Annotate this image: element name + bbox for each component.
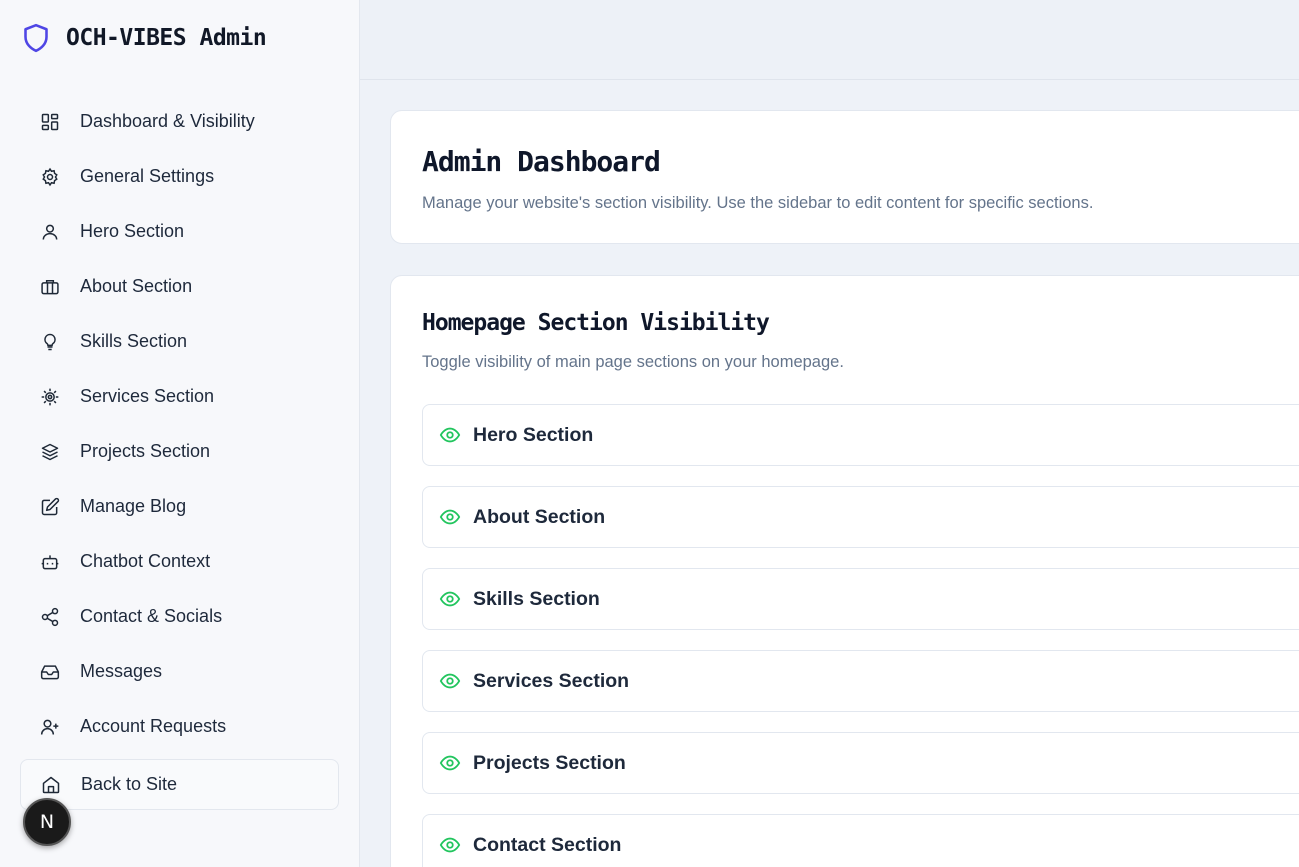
sidebar-item-blog[interactable]: Manage Blog — [20, 479, 339, 534]
next-dev-indicator-button[interactable]: N — [23, 798, 71, 846]
section-label: Skills Section — [473, 587, 600, 610]
layers-icon — [39, 441, 61, 463]
briefcase-icon — [39, 276, 61, 298]
section-toggle-services[interactable]: Services Section — [422, 650, 1299, 712]
eye-icon — [439, 833, 463, 857]
section-toggle-projects[interactable]: Projects Section — [422, 732, 1299, 794]
section-toggle-about[interactable]: About Section — [422, 486, 1299, 548]
sidebar-item-label: Chatbot Context — [80, 551, 211, 571]
sidebar-item-label: Manage Blog — [80, 496, 187, 516]
sidebar-item-services[interactable]: Services Section — [20, 369, 339, 424]
bot-icon — [39, 551, 61, 573]
eye-icon — [439, 505, 463, 529]
lightbulb-icon — [39, 331, 61, 353]
dashboard-header-card: Admin Dashboard Manage your website's se… — [390, 110, 1299, 244]
section-label: Projects Section — [473, 751, 626, 774]
gear-icon — [39, 166, 61, 188]
section-toggle-skills[interactable]: Skills Section — [422, 568, 1299, 630]
section-toggle-hero[interactable]: Hero Section — [422, 404, 1299, 466]
sidebar-item-label: General Settings — [80, 166, 215, 186]
cog-icon — [39, 386, 61, 408]
edit-icon — [39, 496, 61, 518]
top-bar — [360, 0, 1299, 80]
sidebar-item-about[interactable]: About Section — [20, 259, 339, 314]
home-icon — [40, 774, 62, 796]
section-label: Services Section — [473, 669, 630, 692]
eye-icon — [439, 423, 463, 447]
sidebar-item-chatbot[interactable]: Chatbot Context — [20, 534, 339, 589]
sidebar-item-label: Projects Section — [80, 441, 211, 461]
inbox-icon — [39, 661, 61, 683]
dashboard-grid-icon — [39, 111, 61, 133]
sidebar-item-hero[interactable]: Hero Section — [20, 204, 339, 259]
section-visibility-card: Homepage Section Visibility Toggle visib… — [390, 275, 1299, 867]
sidebar-item-label: Skills Section — [80, 331, 188, 351]
brand: OCH-VIBES Admin — [22, 20, 267, 56]
sidebar-item-label: Hero Section — [80, 221, 185, 241]
sidebar-item-label: Messages — [80, 661, 163, 681]
visibility-subtitle: Toggle visibility of main page sections … — [422, 353, 844, 371]
page-subtitle: Manage your website's section visibility… — [422, 194, 1094, 212]
section-visibility-list: Hero Section About Section Skills Sectio… — [422, 404, 1299, 867]
page-title: Admin Dashboard — [422, 145, 661, 178]
app-title: OCH-VIBES Admin — [66, 25, 267, 51]
sidebar-item-contact[interactable]: Contact & Socials — [20, 589, 339, 644]
section-label: About Section — [473, 505, 606, 528]
sidebar-item-dashboard[interactable]: Dashboard & Visibility — [20, 94, 339, 149]
eye-icon — [439, 587, 463, 611]
badge-letter: N — [39, 811, 55, 833]
sidebar: OCH-VIBES Admin Dashboard & Visibility G… — [0, 0, 360, 867]
eye-icon — [439, 751, 463, 775]
shield-icon — [22, 20, 52, 56]
sidebar-item-label: Dashboard & Visibility — [80, 111, 255, 131]
section-label: Contact Section — [473, 833, 622, 856]
sidebar-item-label: Services Section — [80, 386, 215, 406]
back-to-site-label: Back to Site — [81, 774, 178, 794]
sidebar-item-skills[interactable]: Skills Section — [20, 314, 339, 369]
section-label: Hero Section — [473, 423, 594, 446]
user-plus-icon — [39, 716, 61, 738]
sidebar-item-general-settings[interactable]: General Settings — [20, 149, 339, 204]
user-icon — [39, 221, 61, 243]
sidebar-item-messages[interactable]: Messages — [20, 644, 339, 699]
sidebar-item-account-requests[interactable]: Account Requests — [20, 699, 339, 754]
sidebar-nav: Dashboard & Visibility General Settings … — [20, 94, 339, 754]
sidebar-item-label: Account Requests — [80, 716, 227, 736]
section-toggle-contact[interactable]: Contact Section — [422, 814, 1299, 867]
visibility-title: Homepage Section Visibility — [422, 310, 770, 336]
back-to-site-button[interactable]: Back to Site — [20, 759, 339, 810]
sidebar-item-projects[interactable]: Projects Section — [20, 424, 339, 479]
sidebar-item-label: About Section — [80, 276, 193, 296]
eye-icon — [439, 669, 463, 693]
share-icon — [39, 606, 61, 628]
sidebar-item-label: Contact & Socials — [80, 606, 223, 626]
